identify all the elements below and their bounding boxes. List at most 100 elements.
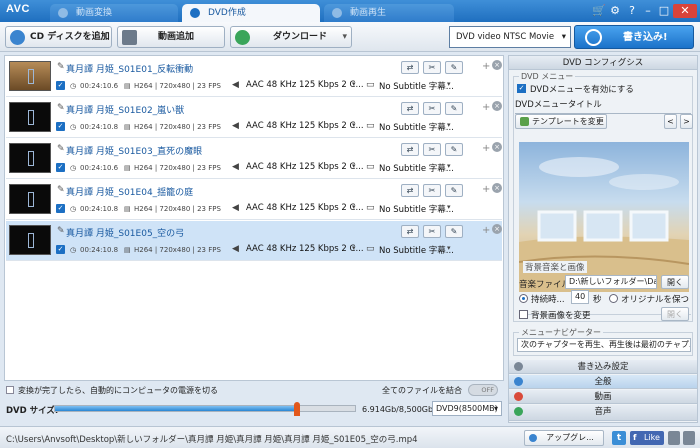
chevron-down-icon[interactable]: ▾ bbox=[342, 27, 347, 47]
file-title[interactable]: 真月譚 月姫_S01E03_直死の魔眼 bbox=[66, 144, 202, 157]
help-icon[interactable]: ? bbox=[626, 4, 638, 18]
video-header[interactable]: 動画 bbox=[509, 390, 697, 404]
tab-play[interactable]: 動画再生 bbox=[324, 4, 454, 22]
file-checkbox[interactable]: ✓ bbox=[56, 245, 65, 254]
scissors-icon[interactable]: ✂ bbox=[423, 102, 441, 115]
keep-original-radio[interactable] bbox=[609, 294, 618, 303]
navigator-select[interactable]: 次のチャプターを再生、再生後は最初のチャプ... bbox=[517, 338, 691, 352]
chevron-down-icon[interactable]: ▾ bbox=[447, 203, 451, 211]
file-checkbox[interactable]: ✓ bbox=[56, 81, 65, 90]
burn-button[interactable]: 書き込み! bbox=[574, 25, 694, 49]
chevron-down-icon[interactable]: ▾ bbox=[352, 121, 356, 129]
subtitle-select[interactable]: No Subtitle 字幕... bbox=[379, 162, 454, 174]
subtitle-select[interactable]: No Subtitle 字幕... bbox=[379, 121, 454, 133]
plus-icon[interactable]: + bbox=[482, 61, 490, 72]
facebook-like-button[interactable]: f Like bbox=[630, 431, 664, 445]
file-title[interactable]: 真月譚 月姫_S01E05_空の弓 bbox=[66, 226, 184, 239]
audio-track-select[interactable]: AAC 48 KHz 125 Kbps 2 C... bbox=[246, 80, 364, 90]
upgrade-button[interactable]: アップグレ... bbox=[524, 430, 604, 446]
plus-icon[interactable]: + bbox=[482, 102, 490, 113]
music-path-input[interactable]: D:\新しいフォルダー\Datz bbox=[565, 275, 657, 289]
audio-track-select[interactable]: AAC 48 KHz 125 Kbps 2 C... bbox=[246, 162, 364, 172]
change-template-button[interactable]: テンプレートを変更 bbox=[515, 114, 607, 129]
gear-icon[interactable]: ⚙ bbox=[609, 4, 621, 18]
subtitle-select[interactable]: No Subtitle 字幕... bbox=[379, 80, 454, 92]
effect-wand-icon[interactable]: ✎ bbox=[445, 61, 463, 74]
scissors-icon[interactable]: ✂ bbox=[423, 184, 441, 197]
chevron-down-icon[interactable]: ▾ bbox=[494, 402, 498, 415]
effect-wand-icon[interactable]: ✎ bbox=[445, 143, 463, 156]
add-cd-button[interactable]: CD ディスクを追加 ▾ bbox=[5, 26, 112, 48]
minimize-icon[interactable]: – bbox=[642, 4, 654, 18]
file-row[interactable]: ✎ 真月譚 月姫_S01E04_揺籠の庭 ✓ ◷ 00:24:10.8 ▤ H2… bbox=[6, 180, 502, 220]
file-list[interactable]: ✎ 真月譚 月姫_S01E01_反転衝動 ✓ ◷ 00:24:10.6 ▤ H2… bbox=[4, 55, 504, 381]
swap-icon[interactable]: ⇄ bbox=[401, 184, 419, 197]
chevron-down-icon[interactable]: ▾ bbox=[447, 244, 451, 252]
remove-icon[interactable]: × bbox=[492, 60, 502, 70]
swap-icon[interactable]: ⇄ bbox=[401, 61, 419, 74]
chevron-down-icon[interactable]: ▾ bbox=[447, 80, 451, 88]
chevron-down-icon[interactable]: ▾ bbox=[447, 162, 451, 170]
file-checkbox[interactable]: ✓ bbox=[56, 163, 65, 172]
audio-track-select[interactable]: AAC 48 KHz 125 Kbps 2 C... bbox=[246, 244, 364, 254]
file-row[interactable]: ✎ 真月譚 月姫_S01E01_反転衝動 ✓ ◷ 00:24:10.6 ▤ H2… bbox=[6, 57, 502, 97]
chevron-down-icon[interactable]: ▾ bbox=[562, 27, 566, 47]
open-bg-button[interactable]: 開く bbox=[661, 307, 689, 321]
file-row[interactable]: ✎ 真月譚 月姫_S01E03_直死の魔眼 ✓ ◷ 00:24:10.6 ▤ H… bbox=[6, 139, 502, 179]
chevron-down-icon[interactable]: ▾ bbox=[352, 244, 356, 252]
remove-icon[interactable]: × bbox=[492, 183, 502, 193]
close-icon[interactable]: ✕ bbox=[673, 4, 697, 18]
chevron-down-icon[interactable]: ▾ bbox=[102, 27, 107, 47]
pencil-icon[interactable]: ✎ bbox=[57, 144, 65, 154]
file-title[interactable]: 真月譚 月姫_S01E01_反転衝動 bbox=[66, 62, 193, 75]
scissors-icon[interactable]: ✂ bbox=[423, 143, 441, 156]
audio-track-select[interactable]: AAC 48 KHz 125 Kbps 2 C... bbox=[246, 121, 364, 131]
remove-icon[interactable]: × bbox=[492, 224, 502, 234]
template-prev-button[interactable]: < bbox=[664, 114, 677, 129]
swap-icon[interactable]: ⇄ bbox=[401, 102, 419, 115]
download-button[interactable]: ダウンロード ▾ bbox=[230, 26, 352, 48]
burn-settings-header[interactable]: 書き込み設定 bbox=[509, 360, 697, 374]
chevron-down-icon[interactable]: ▾ bbox=[447, 121, 451, 129]
scissors-icon[interactable]: ✂ bbox=[423, 61, 441, 74]
pencil-icon[interactable]: ✎ bbox=[57, 62, 65, 72]
file-row[interactable]: ✎ 真月譚 月姫_S01E05_空の弓 ✓ ◷ 00:24:10.8 ▤ H26… bbox=[6, 221, 502, 261]
twitter-icon[interactable]: t bbox=[612, 431, 626, 445]
duration-radio[interactable] bbox=[519, 294, 528, 303]
general-header[interactable]: 全般 bbox=[509, 375, 697, 389]
audio-track-select[interactable]: AAC 48 KHz 125 Kbps 2 C... bbox=[246, 203, 364, 213]
disc-type-select[interactable]: DVD9(8500MB) ▾ bbox=[432, 401, 502, 416]
template-next-button[interactable]: > bbox=[680, 114, 693, 129]
pencil-icon[interactable]: ✎ bbox=[57, 103, 65, 113]
scissors-icon[interactable]: ✂ bbox=[423, 225, 441, 238]
file-row[interactable]: ✎ 真月譚 月姫_S01E02_嵐い獣 ✓ ◷ 00:24:10.8 ▤ H26… bbox=[6, 98, 502, 138]
add-video-button[interactable]: 動画追加 bbox=[117, 26, 225, 48]
file-title[interactable]: 真月譚 月姫_S01E02_嵐い獣 bbox=[66, 103, 184, 116]
maximize-icon[interactable]: □ bbox=[658, 4, 670, 18]
pencil-icon[interactable]: ✎ bbox=[57, 226, 65, 236]
profile-select[interactable]: DVD video NTSC Movie ▾ bbox=[449, 26, 571, 48]
file-title[interactable]: 真月譚 月姫_S01E04_揺籠の庭 bbox=[66, 185, 193, 198]
file-checkbox[interactable]: ✓ bbox=[56, 204, 65, 213]
subtitle-select[interactable]: No Subtitle 字幕... bbox=[379, 244, 454, 256]
cart-icon[interactable]: 🛒 bbox=[592, 4, 606, 18]
grid-view-icon[interactable] bbox=[683, 431, 695, 445]
audio-header[interactable]: 音声 bbox=[509, 405, 697, 421]
pencil-icon[interactable]: ✎ bbox=[57, 185, 65, 195]
subtitle-select[interactable]: No Subtitle 字幕... bbox=[379, 203, 454, 215]
file-checkbox[interactable]: ✓ bbox=[56, 122, 65, 131]
merge-toggle[interactable]: OFF bbox=[468, 384, 498, 396]
chevron-down-icon[interactable]: ▾ bbox=[352, 203, 356, 211]
swap-icon[interactable]: ⇄ bbox=[401, 225, 419, 238]
effect-wand-icon[interactable]: ✎ bbox=[445, 184, 463, 197]
remove-icon[interactable]: × bbox=[492, 101, 502, 111]
tab-convert[interactable]: 動画変換 bbox=[50, 4, 178, 22]
open-music-button[interactable]: 開く bbox=[661, 275, 689, 289]
change-bg-checkbox[interactable] bbox=[519, 310, 528, 319]
list-view-icon[interactable] bbox=[668, 431, 680, 445]
remove-icon[interactable]: × bbox=[492, 142, 502, 152]
plus-icon[interactable]: + bbox=[482, 225, 490, 236]
tab-dvd-create[interactable]: DVD作成 bbox=[182, 4, 320, 22]
chevron-down-icon[interactable]: ▾ bbox=[352, 162, 356, 170]
plus-icon[interactable]: + bbox=[482, 184, 490, 195]
